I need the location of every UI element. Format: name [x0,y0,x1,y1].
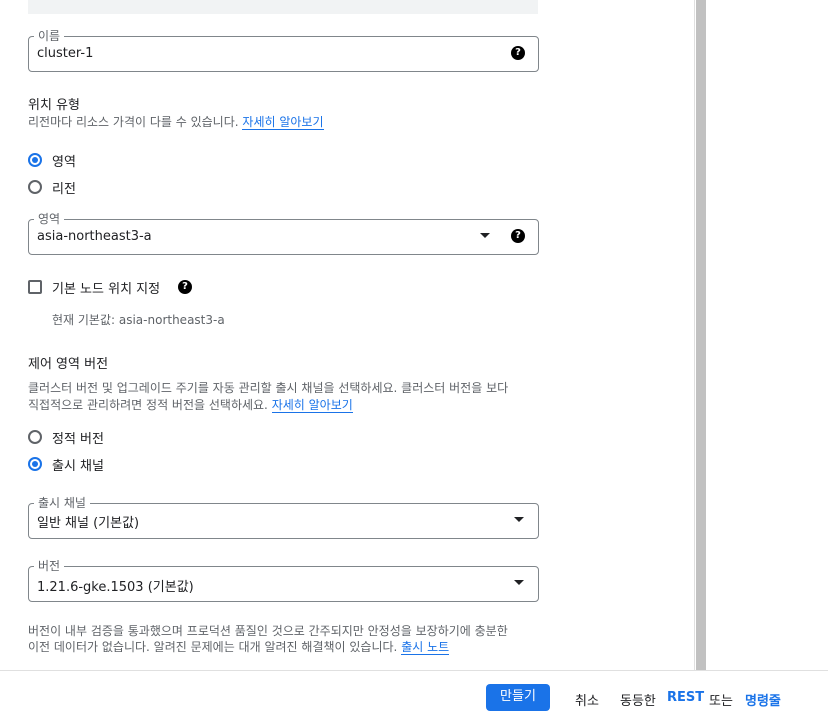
radio-static-version[interactable] [28,430,42,444]
help-icon[interactable]: ? [178,280,192,294]
name-field-label: 이름 [34,27,65,44]
current-default-text: 현재 기본값: asia-northeast3-a [52,313,225,327]
default-node-location-label[interactable]: 기본 노드 위치 지정 [52,278,160,297]
caret-down-icon[interactable] [514,580,524,585]
radio-region[interactable] [28,180,42,194]
equivalent-label: 동등한 [620,694,656,709]
caret-down-icon[interactable] [480,233,490,238]
name-field[interactable] [28,36,539,72]
previous-section-box [28,0,538,14]
control-plane-desc-line2: 직접적으로 관리하려면 정적 버전을 선택하세요. 자세히 알아보기 [28,397,353,414]
radio-region-label[interactable]: 리전 [52,178,76,197]
rest-link[interactable]: REST [667,690,704,705]
release-channel-select-label: 출시 채널 [34,494,90,511]
command-line-link[interactable]: 명령줄 [745,690,781,709]
location-type-learn-more-link[interactable]: 자세히 알아보기 [242,115,324,130]
caret-down-icon[interactable] [514,517,524,522]
location-type-heading: 위치 유형 [28,98,80,113]
create-button[interactable]: 만들기 [486,684,550,711]
zone-select-label: 영역 [34,210,65,227]
zone-select-value[interactable]: asia-northeast3-a [37,229,152,244]
version-note-line2-text: 이전 데이터가 없습니다. 알려진 문제에는 대개 알려진 해결책이 있습니다. [28,640,398,654]
version-note-line2: 이전 데이터가 없습니다. 알려진 문제에는 대개 알려진 해결책이 있습니다.… [28,639,450,656]
release-channel-select-value[interactable]: 일반 채널 (기본값) [37,512,139,531]
radio-static-version-label[interactable]: 정적 버전 [52,428,104,447]
radio-release-channel-label[interactable]: 출시 채널 [52,455,104,474]
control-plane-desc-line2-text: 직접적으로 관리하려면 정적 버전을 선택하세요. [28,398,268,412]
version-note-line1: 버전이 내부 검증을 통과했으며 프로덕션 품질인 것으로 간주되지만 안정성을… [28,624,508,638]
radio-zone-label[interactable]: 영역 [52,151,76,170]
default-node-location-checkbox[interactable] [28,280,42,294]
help-icon[interactable]: ? [511,229,525,243]
location-type-desc-text: 리전마다 리소스 가격이 다를 수 있습니다. [28,115,239,129]
name-field-value[interactable]: cluster-1 [37,46,93,61]
release-notes-link[interactable]: 출시 노트 [401,640,450,655]
panel-divider [694,0,695,670]
scrollbar[interactable] [696,0,706,670]
radio-release-channel[interactable] [28,457,42,471]
cancel-button[interactable]: 취소 [575,690,599,709]
control-plane-heading: 제어 영역 버전 [28,357,109,372]
help-icon[interactable]: ? [511,46,525,60]
control-plane-desc-line1: 클러스터 버전 및 업그레이드 주기를 자동 관리할 출시 채널을 선택하세요.… [28,381,509,395]
version-select-label: 버전 [34,557,65,574]
or-label: 또는 [709,694,733,709]
radio-zone[interactable] [28,153,42,167]
control-plane-learn-more-link[interactable]: 자세히 알아보기 [271,398,353,413]
location-type-desc: 리전마다 리소스 가격이 다를 수 있습니다. 자세히 알아보기 [28,114,324,131]
version-select-value[interactable]: 1.21.6-gke.1503 (기본값) [37,576,194,595]
